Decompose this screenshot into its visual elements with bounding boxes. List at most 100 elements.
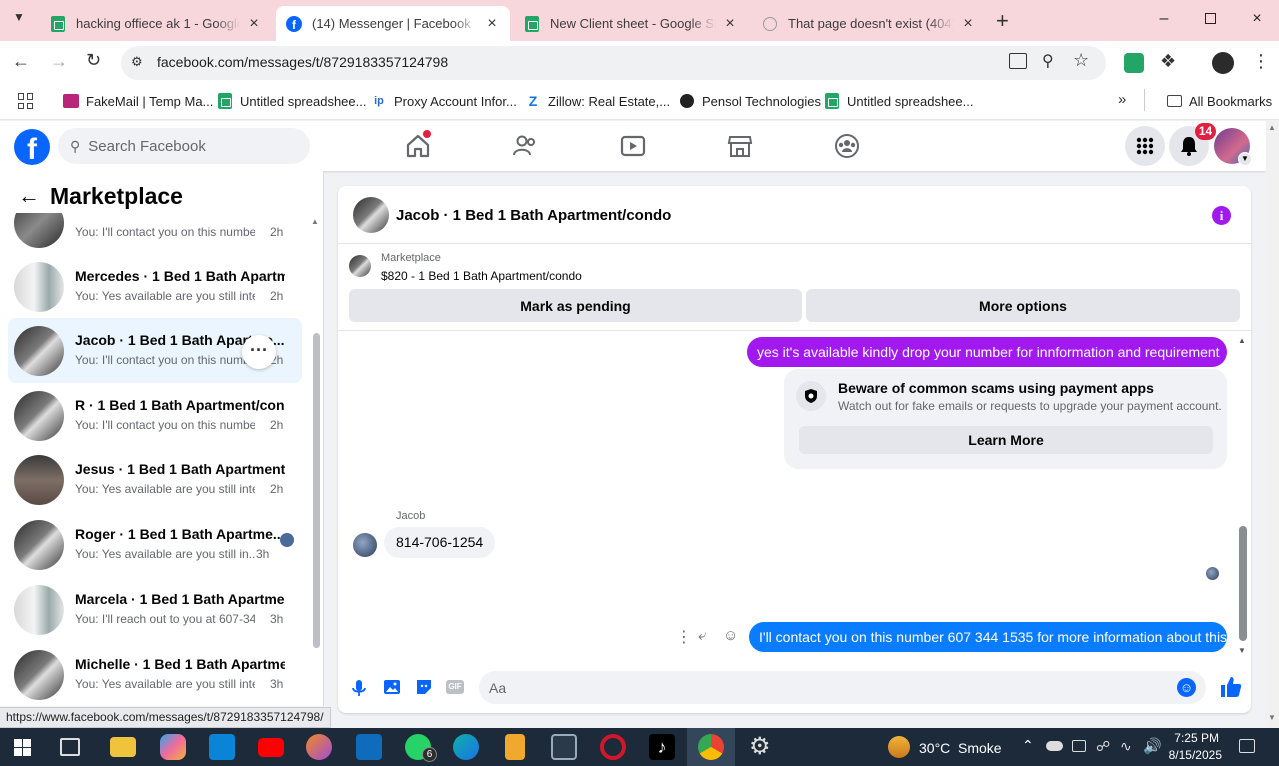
conversation-item-r[interactable]: R · 1 Bed 1 Bath Apartment/condo You: I'… <box>8 383 302 448</box>
chat-scroll-down-icon[interactable]: ▼ <box>1238 646 1246 655</box>
info-icon[interactable]: i <box>1212 206 1231 225</box>
tab-messenger[interactable]: f (14) Messenger | Facebook × <box>276 6 510 41</box>
video-icon[interactable] <box>620 133 646 159</box>
facebook-logo[interactable]: f <box>14 129 50 166</box>
all-bookmarks[interactable]: All Bookmarks <box>1166 93 1272 109</box>
windows-start-icon[interactable] <box>14 739 31 756</box>
volume-icon[interactable]: 🔊 <box>1143 737 1162 755</box>
tab-search-button[interactable]: ▼ <box>8 10 30 32</box>
bookmark-untitled-2[interactable]: Untitled spreadshee... <box>824 93 973 109</box>
chat-scrollbar-thumb[interactable] <box>1239 526 1247 641</box>
tab-new-client-sheet[interactable]: New Client sheet - Google Sheets × <box>514 6 748 41</box>
profile-avatar[interactable] <box>1212 52 1234 74</box>
notification-center-icon[interactable] <box>1239 739 1255 753</box>
chat-scroll-up-icon[interactable]: ▲ <box>1238 336 1246 345</box>
task-view-icon[interactable] <box>60 738 80 756</box>
react-emoji-icon[interactable]: ☺ <box>723 627 738 644</box>
close-icon[interactable]: × <box>246 15 262 33</box>
bookmark-pensol[interactable]: Pensol Technologies <box>679 93 821 109</box>
apps-grid-icon[interactable] <box>18 93 34 109</box>
learn-more-button[interactable]: Learn More <box>799 426 1213 454</box>
restore-icon[interactable] <box>1200 10 1220 29</box>
close-icon[interactable]: × <box>722 15 738 33</box>
address-bar[interactable]: ⚙ facebook.com/messages/t/87291833571247… <box>121 46 1106 80</box>
file-explorer-icon[interactable] <box>110 737 136 757</box>
scroll-up-arrow-icon[interactable]: ▲ <box>1268 123 1276 132</box>
bookmark-star-icon[interactable]: ☆ <box>1073 50 1089 71</box>
conversation-item-michelle[interactable]: Michelle · 1 Bed 1 Bath Apartme... You: … <box>8 642 302 706</box>
conversation-item-roger[interactable]: Roger · 1 Bed 1 Bath Apartme... You: Yes… <box>8 512 302 577</box>
site-info-icon[interactable]: ⚙ <box>131 54 143 70</box>
page-scrollbar[interactable] <box>1266 121 1279 728</box>
clock-date[interactable]: 8/15/2025 <box>1164 748 1222 762</box>
menu-kebab-icon[interactable]: ⋮ <box>1252 51 1270 72</box>
forward-icon[interactable]: → <box>50 51 68 72</box>
youtube-icon[interactable] <box>258 738 284 757</box>
photo-icon[interactable] <box>383 679 401 695</box>
edge-icon[interactable] <box>453 734 479 760</box>
new-tab-button[interactable]: + <box>996 8 1009 34</box>
back-arrow-icon[interactable]: ← <box>18 183 40 209</box>
wifi-icon[interactable]: ∿ <box>1120 738 1132 755</box>
sidebar-scroll-up-icon[interactable]: ▲ <box>311 217 319 226</box>
app-icon[interactable] <box>306 734 332 760</box>
tiktok-icon[interactable]: ♪ <box>649 734 675 760</box>
copilot-icon[interactable] <box>160 734 186 760</box>
tab-hacking-sheet[interactable]: hacking offiece ak 1 - Google Sheets × <box>40 6 272 41</box>
onedrive-icon[interactable] <box>1046 741 1063 751</box>
contact-avatar[interactable] <box>353 197 389 233</box>
conversation-item-marcela[interactable]: Marcela · 1 Bed 1 Bath Apartme... You: I… <box>8 577 302 642</box>
weather-icon[interactable] <box>888 736 910 758</box>
gif-icon[interactable]: GIF <box>446 680 464 694</box>
bookmark-zillow[interactable]: Z Zillow: Real Estate,... <box>525 93 670 109</box>
scroll-down-arrow-icon[interactable]: ▼ <box>1268 713 1276 722</box>
conversation-item-mercedes[interactable]: Mercedes · 1 Bed 1 Bath Apartm... You: Y… <box>8 254 302 319</box>
friends-icon[interactable] <box>512 133 538 159</box>
outgoing-message[interactable]: yes it's available kindly drop your numb… <box>747 337 1227 367</box>
more-bookmarks-chevron-icon[interactable]: » <box>1118 91 1126 108</box>
settings-gear-icon[interactable]: ⚙ <box>749 732 771 761</box>
clock-time[interactable]: 7:25 PM <box>1174 731 1219 745</box>
back-icon[interactable]: ← <box>12 51 30 72</box>
sticker-icon[interactable] <box>415 678 433 696</box>
sidebar-scrollbar-thumb[interactable] <box>313 333 320 648</box>
marketplace-icon[interactable] <box>727 133 753 159</box>
app-icon[interactable] <box>551 734 577 760</box>
conversation-item-jesus[interactable]: Jesus · 1 Bed 1 Bath Apartment/... You: … <box>8 447 302 512</box>
like-thumb-icon[interactable] <box>1220 676 1242 698</box>
close-icon[interactable]: × <box>484 15 500 33</box>
bookmark-untitled-1[interactable]: Untitled spreadshee... <box>217 93 366 109</box>
outlook-icon[interactable] <box>356 734 382 760</box>
close-window-icon[interactable]: × <box>1247 10 1267 28</box>
listing-thumbnail[interactable] <box>349 255 371 277</box>
close-icon[interactable]: × <box>960 15 976 33</box>
outgoing-message[interactable]: I'll contact you on this number 607 344 … <box>749 622 1227 652</box>
account-chevron-icon[interactable]: ▼ <box>1238 152 1252 166</box>
reply-icon[interactable]: ⤶ <box>698 627 706 644</box>
groups-icon[interactable] <box>834 133 860 159</box>
zoom-icon[interactable]: ⚲ <box>1042 51 1054 71</box>
minimize-icon[interactable]: – <box>1154 10 1174 28</box>
reload-icon[interactable]: ↻ <box>86 50 101 71</box>
store-icon[interactable] <box>209 734 235 760</box>
message-more-icon[interactable]: ⋮ <box>676 627 692 647</box>
network-icon[interactable]: ☍ <box>1096 738 1110 755</box>
battery-icon[interactable] <box>1072 740 1086 752</box>
mark-as-pending-button[interactable]: Mark as pending <box>349 289 802 322</box>
menu-grid-icon[interactable] <box>1125 126 1165 166</box>
install-app-icon[interactable] <box>1009 53 1027 69</box>
bookmark-fakemail[interactable]: FakeMail | Temp Ma... <box>63 93 213 109</box>
chevron-up-icon[interactable]: ⌃ <box>1022 737 1034 754</box>
listing-title[interactable]: $820 - 1 Bed 1 Bath Apartment/condo <box>381 269 582 283</box>
more-options-icon[interactable]: ··· <box>242 335 276 369</box>
bookmark-proxy[interactable]: ip Proxy Account Infor... <box>371 93 517 109</box>
more-options-button[interactable]: More options <box>806 289 1240 322</box>
extension-sheets-icon[interactable] <box>1124 53 1144 73</box>
chat-title[interactable]: Jacob · 1 Bed 1 Bath Apartment/condo <box>396 207 671 224</box>
sender-avatar[interactable] <box>353 533 377 557</box>
search-input[interactable]: ⚲ Search Facebook <box>58 128 310 164</box>
conversation-item[interactable]: You: I'll contact you on this number... … <box>8 213 302 255</box>
chrome-icon[interactable] <box>698 734 724 760</box>
weather-description[interactable]: Smoke <box>958 740 1002 756</box>
incoming-message[interactable]: 814-706-1254 <box>384 527 496 558</box>
